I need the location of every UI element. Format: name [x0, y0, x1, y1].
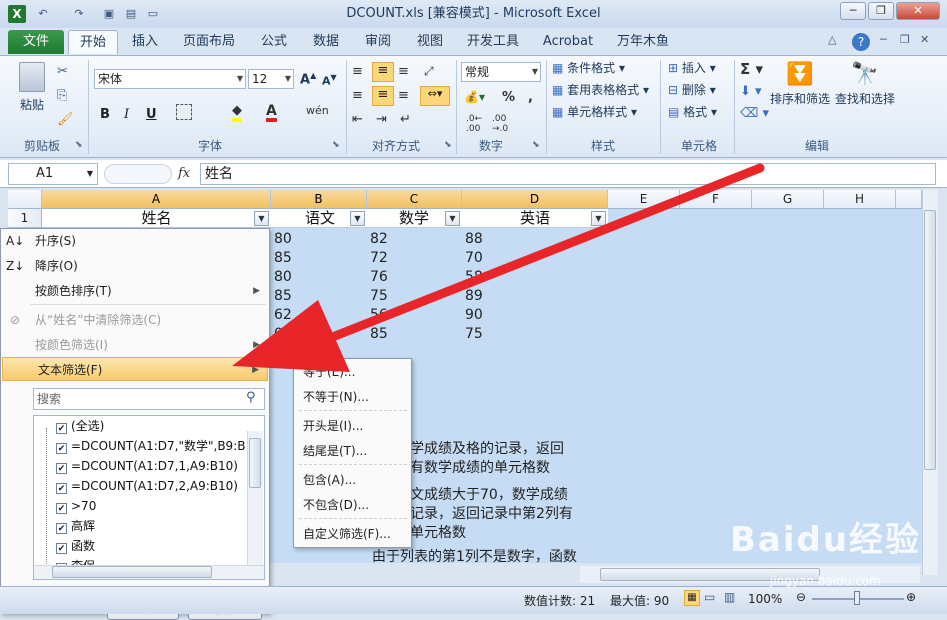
arrow-shaft: [325, 163, 765, 343]
arrow-head: [232, 300, 350, 372]
annotation-arrow: [232, 163, 765, 372]
